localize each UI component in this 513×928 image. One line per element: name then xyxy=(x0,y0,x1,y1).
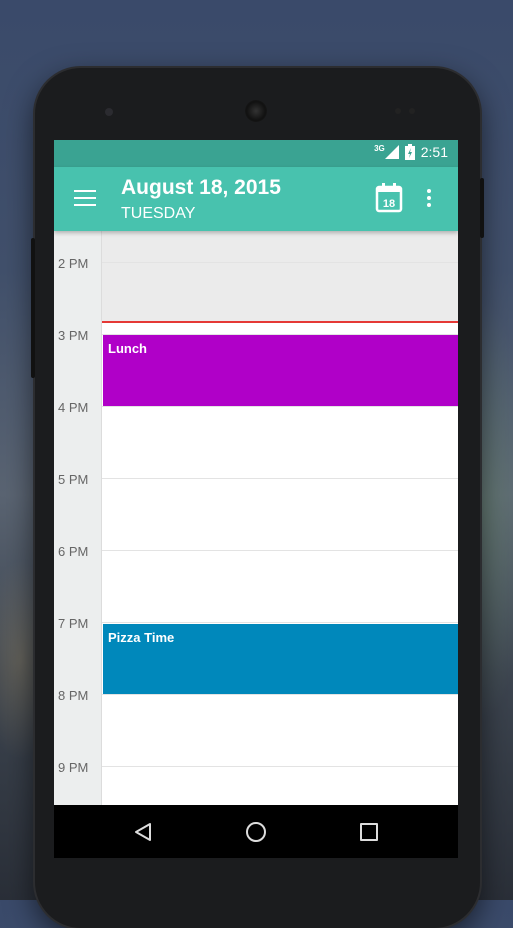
hour-line xyxy=(102,406,458,407)
hamburger-menu-icon[interactable] xyxy=(74,190,96,208)
event-pizza-time[interactable]: Pizza Time xyxy=(103,624,458,694)
event-lunch[interactable]: Lunch xyxy=(103,335,458,406)
current-time-indicator xyxy=(102,321,458,323)
home-icon[interactable] xyxy=(246,822,266,842)
hour-line xyxy=(102,550,458,551)
app-bar: August 18, 2015 TUESDAY 18 xyxy=(54,167,458,231)
hour-line xyxy=(102,766,458,767)
hour-label-8pm: 8 PM xyxy=(58,688,89,703)
proximity-sensor xyxy=(395,108,401,114)
volume-button xyxy=(31,238,35,378)
network-type: 3G xyxy=(374,143,385,153)
calendar-day-number: 18 xyxy=(383,198,395,210)
back-icon[interactable] xyxy=(134,822,152,842)
hour-line xyxy=(102,262,458,263)
light-sensor xyxy=(409,108,415,114)
day-timeline[interactable]: 2 PM 3 PM 4 PM 5 PM 6 PM 7 PM 8 PM 9 PM … xyxy=(54,231,458,858)
hour-label-5pm: 5 PM xyxy=(58,472,89,487)
power-button xyxy=(480,178,484,238)
hour-line xyxy=(102,694,458,695)
hour-label-2pm: 2 PM xyxy=(58,256,89,271)
hour-label-6pm: 6 PM xyxy=(58,544,89,559)
clock: 2:51 xyxy=(420,144,448,160)
overflow-menu-icon[interactable] xyxy=(426,189,432,209)
page-title: August 18, 2015 xyxy=(121,176,281,199)
event-title: Pizza Time xyxy=(108,630,175,645)
signal-icon xyxy=(384,145,399,159)
event-title: Lunch xyxy=(108,341,147,356)
front-camera xyxy=(105,108,113,116)
past-time-shade xyxy=(102,231,458,323)
hour-label-4pm: 4 PM xyxy=(58,400,89,415)
hour-label-3pm: 3 PM xyxy=(58,328,89,343)
system-nav-bar xyxy=(54,805,458,858)
calendar-today-icon[interactable]: 18 xyxy=(375,183,403,213)
hour-label-7pm: 7 PM xyxy=(58,616,89,631)
hour-label-9pm: 9 PM xyxy=(58,760,89,775)
app-screen: 3G 2:51 August 18, 2015 TUESDAY 18 2 PM … xyxy=(54,140,458,858)
hour-line xyxy=(102,622,458,623)
hour-line xyxy=(102,478,458,479)
earpiece-speaker xyxy=(245,100,267,122)
weekday-subtitle: TUESDAY xyxy=(121,205,196,222)
recent-apps-icon[interactable] xyxy=(360,823,378,841)
battery-icon xyxy=(404,144,415,160)
status-bar: 3G 2:51 xyxy=(54,140,458,167)
